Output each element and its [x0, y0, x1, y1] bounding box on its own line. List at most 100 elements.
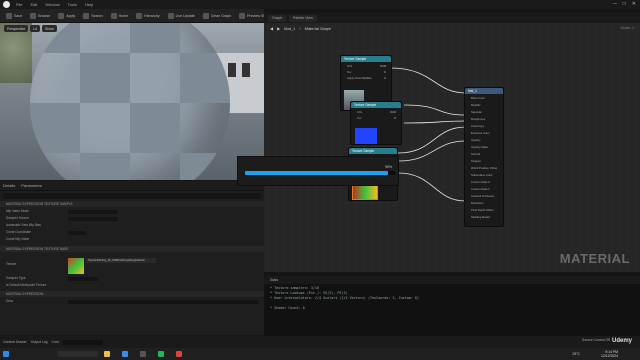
unreal-logo-icon — [3, 1, 10, 8]
result-pin: Anisotropy — [471, 124, 485, 128]
result-pin: Custom Data 0 — [471, 180, 490, 184]
menu-tools[interactable]: Tools — [68, 2, 77, 7]
home-button[interactable]: Home — [108, 11, 132, 20]
detail-row: Const Coordinate — [0, 229, 264, 236]
desc-field[interactable] — [68, 299, 258, 304]
menu-window[interactable]: Window — [45, 2, 59, 7]
live-update-button[interactable]: Live Update — [165, 11, 198, 20]
mip-value-mode-select[interactable] — [68, 209, 118, 214]
graph-wires — [389, 67, 467, 202]
section-header[interactable]: MATERIAL EXPRESSION TEXTURE SAMPLE — [0, 201, 264, 207]
detail-row: Automatic View Mip Bias — [6, 223, 42, 227]
details-tabs: Details Parameters — [0, 181, 264, 190]
detail-row: Mip Value Mode — [0, 208, 264, 215]
menu-edit[interactable]: Edit — [30, 2, 37, 7]
apply-icon — [58, 12, 65, 19]
material-result-node[interactable]: Mat_1 Base Color Metallic Specular Roughnes… — [464, 87, 504, 227]
texture-asset-picker[interactable]: Tspe4x4Rdurhg_4K_PWRlnsfRmgsRoughAlbedo — [86, 258, 156, 263]
detail-row: Sampler Type — [0, 275, 264, 282]
apply-button[interactable]: Apply — [55, 11, 78, 20]
maximize-icon[interactable]: □ — [623, 1, 626, 7]
node-title: Texture Sample — [349, 148, 397, 154]
texture-thumbnail[interactable] — [68, 258, 84, 274]
progress-bar — [245, 171, 395, 175]
menu-help[interactable]: Help — [85, 2, 93, 7]
lit-button[interactable]: Lit — [30, 25, 40, 32]
save-icon — [6, 12, 12, 19]
app-icon[interactable] — [176, 351, 182, 357]
browse-button[interactable]: Browse — [27, 11, 53, 20]
log-line: * Shader Count: 0 — [270, 306, 305, 310]
details-panel: MATERIAL EXPRESSION TEXTURE SAMPLE Mip V… — [0, 190, 264, 335]
system-clock[interactable]: 9:14 PM 12/12/2024 — [601, 350, 618, 358]
result-pin: World Position Offset — [471, 166, 498, 170]
spotify-icon[interactable] — [158, 351, 164, 357]
browser-icon[interactable] — [122, 351, 128, 357]
section-header[interactable]: MATERIAL EXPRESSION — [0, 291, 264, 297]
tab-parameters[interactable]: Parameters — [21, 183, 42, 188]
result-pin: Custom Data 1 — [471, 187, 490, 191]
hierarchy-icon — [136, 12, 143, 19]
status-bar: Source Control Off Udemy — [264, 336, 640, 348]
menu-file[interactable]: File — [16, 2, 22, 7]
node-preview-thumbnail — [352, 184, 378, 200]
pin-mipbias: Apply View MipBias — [347, 76, 372, 80]
output-log-button[interactable]: Output Log — [31, 340, 48, 344]
pin-rgb: RGB — [379, 64, 386, 68]
result-pin: Opacity Mask — [471, 145, 488, 149]
home-icon — [110, 12, 117, 19]
hierarchy-button[interactable]: Hierarchy — [133, 11, 162, 20]
details-search-input[interactable] — [3, 193, 261, 199]
detail-row: Desc — [0, 298, 264, 305]
result-pin: Roughness — [471, 117, 486, 121]
source-control-status[interactable]: Source Control Off — [582, 338, 610, 342]
unreal-taskbar-icon[interactable] — [140, 351, 146, 357]
detail-row: Sampler Source — [0, 215, 264, 222]
stats-tab[interactable]: Stats — [264, 276, 640, 284]
const-coordinate-field[interactable] — [68, 230, 86, 235]
node-title: Texture Sample — [351, 102, 401, 108]
pin-tex: Tex — [347, 70, 352, 74]
material-graph[interactable]: ◀ ▶ Mat_1 › Material Graph Zoom -1 Textu… — [264, 23, 640, 272]
save-button[interactable]: Save — [3, 11, 25, 20]
start-icon[interactable] — [3, 351, 9, 357]
result-pin: Normal — [471, 152, 481, 156]
result-pin: Shading Model — [471, 215, 490, 219]
pin-uvs: UVs — [347, 64, 353, 68]
preview-state-icon — [239, 12, 246, 19]
tab-palette[interactable]: Palette View — [289, 14, 317, 22]
pin-g: G — [383, 76, 386, 80]
clean-graph-button[interactable]: Clean Graph — [200, 11, 234, 20]
close-icon[interactable]: ✕ — [632, 1, 636, 7]
stats-log: * Texture samplers: 3/16 * Texture Lookup… — [264, 284, 640, 336]
taskbar-search-input[interactable] — [58, 351, 98, 357]
perspective-button[interactable]: Perspective — [4, 25, 29, 32]
sampler-type-select[interactable] — [68, 276, 98, 281]
sampler-source-select[interactable] — [68, 216, 118, 221]
minimize-icon[interactable]: ─ — [613, 1, 617, 7]
search-icon — [83, 12, 90, 19]
node-title: Texture Sample — [341, 56, 391, 62]
browse-icon — [30, 12, 37, 19]
result-pin: Opacity — [471, 138, 481, 142]
content-drawer-button[interactable]: Content Drawer — [3, 340, 27, 344]
tab-details[interactable]: Details — [3, 183, 15, 188]
section-header[interactable]: MATERIAL EXPRESSION TEXTURE BASE — [0, 246, 264, 252]
detail-row: Is Default Meshpaint Texture — [6, 283, 47, 287]
tab-graph[interactable]: Graph — [268, 14, 286, 22]
viewport-toolbar: Perspective Lit Show — [4, 25, 57, 32]
show-button[interactable]: Show — [42, 25, 57, 32]
result-pin: Emissive Color — [471, 131, 490, 135]
preview-viewport[interactable]: Perspective Lit Show — [0, 23, 264, 180]
menu-bar: File Edit Window Tools Help ─ □ ✕ — [0, 0, 640, 9]
detail-row: Const Mip Value — [6, 237, 30, 241]
progress-percent: 95% — [385, 165, 392, 169]
console-input[interactable] — [62, 339, 103, 345]
clean-graph-icon — [202, 12, 209, 19]
texture-sample-node[interactable]: Texture Sample UVs Tex RGB R — [350, 101, 402, 145]
result-pin: Base Color — [471, 96, 485, 100]
search-button[interactable]: Search — [80, 11, 105, 20]
result-pin: Subsurface Color — [471, 173, 493, 177]
file-explorer-icon[interactable] — [104, 351, 110, 357]
result-pin: Specular — [471, 110, 483, 114]
